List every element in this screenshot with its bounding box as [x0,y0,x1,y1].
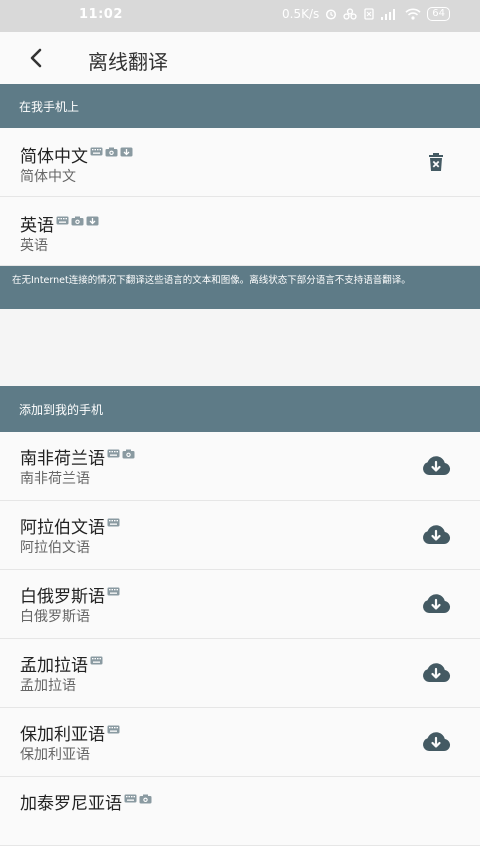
no-sim-icon [363,8,375,20]
available-language-row[interactable]: 加泰罗尼亚语 [0,777,480,846]
language-name-text: 孟加拉语 [20,656,88,676]
available-language-row[interactable]: 阿拉伯文语 阿拉伯文语 [0,501,480,570]
page-title: 离线翻译 [88,50,168,74]
link-icon [343,8,357,20]
language-subtitle: 南非荷兰语 [20,471,90,487]
language-name: 加泰罗尼亚语 [20,789,152,814]
keyboard-icon [107,725,120,734]
capability-icons [107,449,135,459]
language-name: 阿拉伯文语 [20,513,120,538]
capability-icons [107,725,120,734]
language-subtitle: 保加利亚语 [20,747,90,763]
app-bar: 离线翻译 [0,32,480,84]
language-subtitle: 孟加拉语 [20,678,76,694]
language-subtitle: 简体中文 [20,169,76,185]
camera-icon [139,794,152,804]
download-language-button[interactable] [421,728,451,756]
status-time: 11:02 [79,7,123,22]
language-name-text: 南非荷兰语 [20,449,105,469]
net-speed: 0.5K/s [282,7,320,21]
wifi-icon [405,8,421,20]
language-subtitle: 阿拉伯文语 [20,540,90,556]
delete-icon [427,152,445,172]
keyboard-icon [56,216,69,225]
download-language-button[interactable] [421,590,451,618]
language-name: 简体中文 [20,142,133,167]
camera-icon [71,216,84,226]
download-language-button[interactable] [421,659,451,687]
arrow-back-icon [30,48,42,68]
language-name-text: 保加利亚语 [20,725,105,745]
language-subtitle: 英语 [20,238,48,254]
language-name: 孟加拉语 [20,651,103,676]
language-name-text: 英语 [20,216,54,236]
language-name-text: 阿拉伯文语 [20,518,105,538]
language-name: 保加利亚语 [20,720,120,745]
installed-language-row[interactable]: 简体中文 简体中文 [0,128,480,197]
delete-language-button[interactable] [422,148,450,176]
keyboard-icon [107,449,120,458]
battery-indicator: 64 [427,7,450,21]
mic-download-icon [86,216,99,226]
add-to-phone-header: 添加到我的手机 [0,386,480,432]
language-subtitle: 白俄罗斯语 [20,609,90,625]
on-phone-list: 简体中文 简体中文 英语 英语 [0,128,480,266]
language-name-text: 白俄罗斯语 [20,587,105,607]
camera-icon [105,147,118,157]
language-name: 英语 [20,211,99,236]
offline-info-text: 在无Internet连接的情况下翻译这些语言的文本和图像。离线状态下部分语言不支… [0,266,480,309]
capability-icons [90,656,103,665]
keyboard-icon [90,147,103,156]
cloud-download-icon [421,455,451,477]
cloud-download-icon [421,662,451,684]
keyboard-icon [90,656,103,665]
cloud-download-icon [421,524,451,546]
capability-icons [107,518,120,527]
status-bar: 11:02 0.5K/s 64 [0,0,480,32]
available-language-row[interactable]: 孟加拉语 孟加拉语 [0,639,480,708]
language-name-text: 加泰罗尼亚语 [20,794,122,814]
language-name: 南非荷兰语 [20,444,135,469]
signal-icon [381,8,399,20]
back-button[interactable] [22,44,50,72]
available-list: 南非荷兰语 南非荷兰语 阿拉伯文语 阿拉伯文语 白俄罗斯语 白俄罗斯语 孟加拉语 孟加拉语 保加… [0,432,480,846]
available-language-row[interactable]: 白俄罗斯语 白俄罗斯语 [0,570,480,639]
available-language-row[interactable]: 南非荷兰语 南非荷兰语 [0,432,480,501]
mic-download-icon [120,147,133,157]
language-name: 白俄罗斯语 [20,582,120,607]
cloud-download-icon [421,731,451,753]
download-language-button[interactable] [421,521,451,549]
keyboard-icon [107,518,120,527]
capability-icons [56,216,99,226]
cloud-download-icon [421,593,451,615]
on-phone-header: 在我手机上 [0,84,480,128]
status-icons: 0.5K/s 64 [282,7,450,21]
language-name-text: 简体中文 [20,147,88,167]
download-language-button[interactable] [421,452,451,480]
capability-icons [107,587,120,596]
keyboard-icon [124,794,137,803]
capability-icons [90,147,133,157]
keyboard-icon [107,587,120,596]
capability-icons [124,794,152,804]
alarm-icon [325,8,337,20]
camera-icon [122,449,135,459]
available-language-row[interactable]: 保加利亚语 保加利亚语 [0,708,480,777]
installed-language-row[interactable]: 英语 英语 [0,197,480,266]
